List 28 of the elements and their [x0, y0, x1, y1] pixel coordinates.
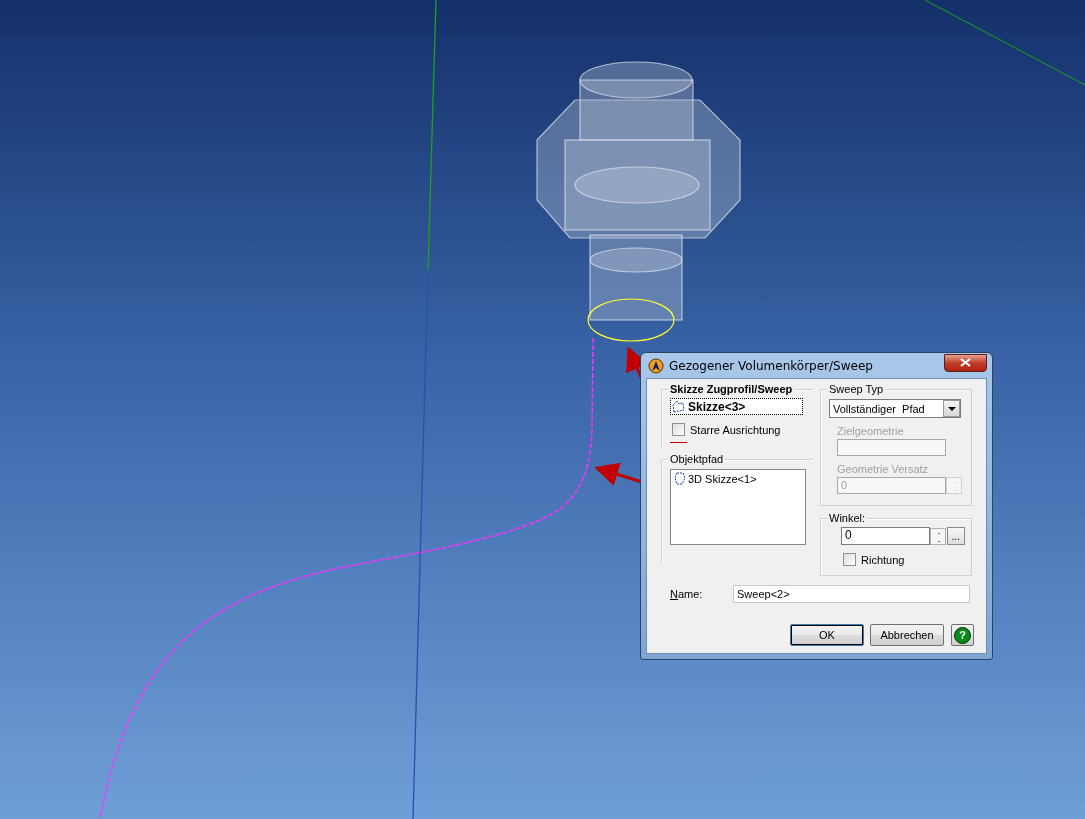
3d-sketch-icon — [673, 471, 687, 486]
close-button[interactable] — [944, 353, 987, 372]
annotation-underline — [670, 442, 687, 443]
close-icon — [960, 358, 971, 367]
target-geometry-label: Zielgeometrie — [837, 425, 905, 437]
profile-selection-field[interactable]: Skizze<3> — [670, 398, 803, 415]
path-listbox[interactable]: 3D Skizze<1> — [670, 469, 806, 545]
geometry-offset-label: Geometrie Versatz — [837, 463, 930, 475]
cancel-button[interactable]: Abbrechen — [870, 624, 944, 646]
name-label: Name: — [669, 588, 704, 600]
group-title: Winkel: — [827, 512, 868, 525]
window-title: Gezogener Volumenkörper/Sweep — [669, 358, 874, 373]
app-logo-icon — [648, 357, 664, 374]
more-button[interactable]: ... — [946, 527, 965, 545]
checkbox-label: Richtung — [861, 553, 905, 566]
checkbox[interactable] — [672, 423, 685, 436]
group-title: Objektpfad — [668, 453, 726, 466]
checkbox-label: Starre Ausrichtung — [690, 423, 781, 436]
group-title: Skizze Zugprofil/Sweep — [668, 383, 795, 396]
group-title: Sweep Typ — [827, 383, 886, 396]
angle-input-field[interactable]: 0 — [841, 527, 930, 545]
sketch-icon — [671, 399, 686, 414]
profile-sketch-label: Skizze<3> — [688, 399, 746, 414]
checkbox[interactable] — [843, 553, 856, 566]
name-input-field[interactable]: Sweep<2> — [733, 585, 970, 603]
list-item[interactable]: 3D Skizze<1> — [688, 472, 757, 485]
dropdown-arrow-icon — [947, 406, 956, 411]
ok-button[interactable]: OK — [790, 624, 864, 646]
